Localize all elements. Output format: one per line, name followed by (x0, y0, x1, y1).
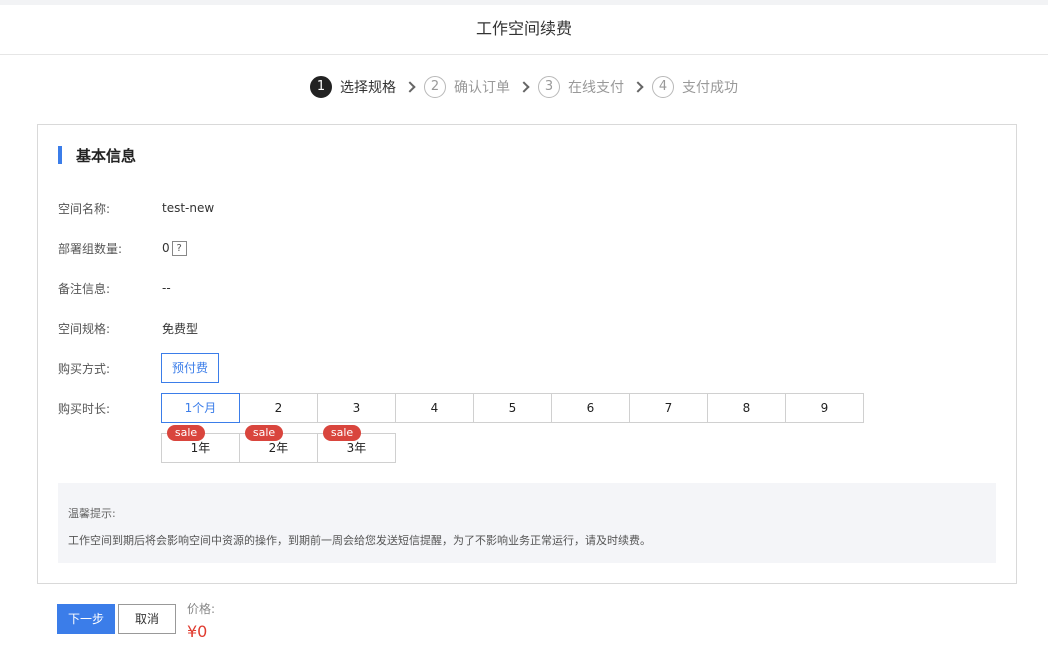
purchase-mode-row: 购买方式: (58, 358, 162, 378)
step-1: 1 选择规格 (310, 76, 416, 98)
duration-months-row: 1个月 2 3 4 5 6 7 8 9 (161, 393, 864, 423)
page-title: 工作空间续费 (0, 5, 1048, 55)
step-label: 在线支付 (568, 80, 624, 96)
duration-option-3[interactable]: 3 (317, 393, 396, 423)
duration-selector: 1个月 2 3 4 5 6 7 8 9 sale 1年 sale 2年 sale… (161, 393, 864, 463)
duration-option-1-month[interactable]: 1个月 (161, 393, 240, 423)
duration-option-8[interactable]: 8 (707, 393, 786, 423)
remark-row: 备注信息: -- (58, 278, 171, 298)
duration-option-label: 1年 (190, 441, 211, 455)
sale-badge: sale (323, 425, 361, 441)
tips-box: 温馨提示: 工作空间到期后将会影响空间中资源的操作，到期前一周会给您发送短信提醒… (58, 483, 996, 563)
step-number: 3 (538, 76, 560, 98)
duration-option-label: 3年 (346, 441, 367, 455)
duration-option-4[interactable]: 4 (395, 393, 474, 423)
purchase-mode-label: 购买方式: (58, 361, 111, 376)
cancel-button[interactable]: 取消 (118, 604, 176, 634)
sale-badge: sale (245, 425, 283, 441)
step-3: 3 在线支付 (538, 76, 644, 98)
chevron-right-icon (518, 81, 530, 93)
step-number: 2 (424, 76, 446, 98)
section-title: 基本信息 (76, 146, 137, 165)
duration-option-1-year[interactable]: sale 1年 (161, 425, 240, 463)
space-name-row: 空间名称: test-new (58, 198, 214, 218)
step-indicator: 1 选择规格 2 确认订单 3 在线支付 4 支付成功 (0, 75, 1048, 99)
section-accent-bar (58, 146, 62, 164)
remark-value: -- (162, 281, 171, 295)
step-label: 选择规格 (340, 80, 396, 96)
duration-option-2[interactable]: 2 (239, 393, 318, 423)
duration-option-6[interactable]: 6 (551, 393, 630, 423)
duration-label: 购买时长: (58, 401, 111, 416)
chevron-right-icon (404, 81, 416, 93)
next-step-button[interactable]: 下一步 (57, 604, 115, 634)
tips-body: 工作空间到期后将会影响空间中资源的操作，到期前一周会给您发送短信提醒，为了不影响… (68, 534, 651, 547)
duration-option-label: 2年 (268, 441, 289, 455)
step-number: 1 (310, 76, 332, 98)
prepaid-option[interactable]: 预付费 (161, 353, 219, 383)
spec-row: 空间规格: 免费型 (58, 318, 198, 338)
step-number: 4 (652, 76, 674, 98)
remark-label: 备注信息: (58, 281, 111, 296)
section-header: 基本信息 (58, 145, 136, 165)
sale-badge: sale (167, 425, 205, 441)
price-value: ¥0 (187, 622, 208, 641)
duration-option-7[interactable]: 7 (629, 393, 708, 423)
deploy-count-label: 部署组数量: (58, 241, 123, 256)
deploy-count-row: 部署组数量: 0 ? (58, 238, 187, 258)
step-4: 4 支付成功 (652, 76, 738, 98)
duration-years-row: sale 1年 sale 2年 sale 3年 (161, 425, 863, 463)
deploy-count-value: 0 (162, 241, 170, 255)
duration-option-2-year[interactable]: sale 2年 (239, 425, 318, 463)
step-label: 支付成功 (682, 80, 738, 96)
chevron-right-icon (632, 81, 644, 93)
spec-label: 空间规格: (58, 321, 111, 336)
tips-title: 温馨提示: (68, 507, 116, 520)
space-name-value: test-new (162, 201, 215, 215)
duration-row: 购买时长: (58, 398, 162, 418)
step-2: 2 确认订单 (424, 76, 530, 98)
duration-option-5[interactable]: 5 (473, 393, 552, 423)
basic-info-panel: 基本信息 空间名称: test-new 部署组数量: 0 ? 备注信息: -- … (37, 124, 1017, 584)
price-label: 价格: (187, 602, 216, 616)
step-label: 确认订单 (454, 80, 510, 96)
space-name-label: 空间名称: (58, 201, 111, 216)
duration-option-3-year[interactable]: sale 3年 (317, 425, 396, 463)
help-icon[interactable]: ? (171, 240, 187, 256)
spec-value: 免费型 (162, 321, 199, 336)
duration-option-9[interactable]: 9 (785, 393, 864, 423)
